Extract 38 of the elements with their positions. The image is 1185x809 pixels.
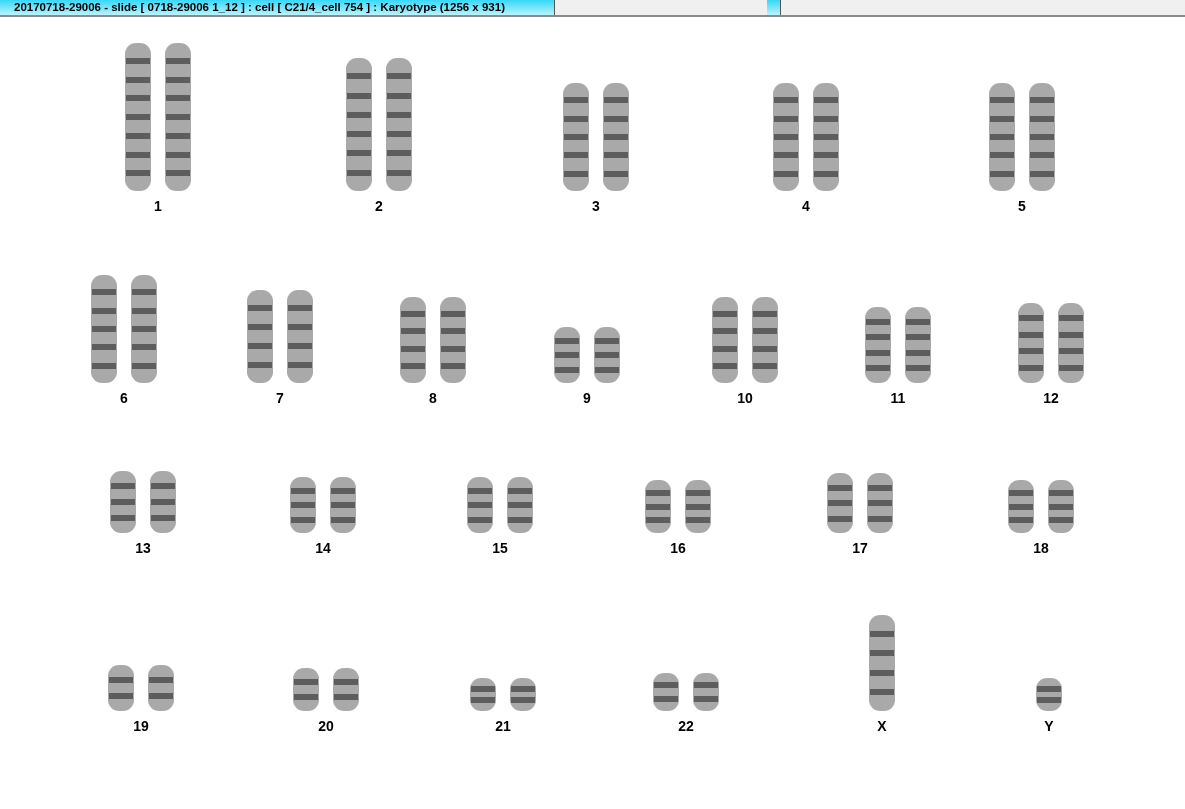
chromosome-drawing [291,667,361,712]
chromosome-label: 9 [583,390,591,406]
chromosome-label: 12 [1043,390,1059,406]
chromosome-drawing [643,479,713,534]
chromosome-drawing [468,677,538,712]
chromosome-drawing [106,664,176,712]
chromosome-label: 18 [1033,540,1049,556]
chromosome-label: 5 [1018,198,1026,214]
chromosome-label: 21 [495,718,511,734]
window-title[interactable]: 20170718-29006 - slide [ 0718-29006 1_12 ] : cell [ C21/4_cell 754 ] : Karyotype (1256 x 931) [0,0,555,15]
chromosome-label: 20 [318,718,334,734]
chromosome-label: 11 [890,390,906,406]
chromosome-drawing [651,672,721,712]
chromosome-label: Y [1044,718,1054,734]
chromosome-label: 13 [135,540,151,556]
chromosome-label: 14 [315,540,331,556]
chromosome-drawing [1006,479,1076,534]
chromosome-label: 17 [852,540,868,556]
chromosome-drawing [288,476,358,534]
chromosome-label: 15 [492,540,508,556]
chromosome-drawing [465,476,535,534]
chromosome-label: X [877,718,887,734]
chromosome-label: 3 [592,198,600,214]
chromosome-drawing [108,470,178,534]
tab-handle[interactable] [767,0,781,15]
chromosome-label: 10 [737,390,753,406]
chromosome-label: 8 [429,390,437,406]
chromosome-drawing [825,472,895,534]
chromosome-label: 1 [154,198,162,214]
chromosome-label: 2 [375,198,383,214]
chromosome-label: 16 [670,540,686,556]
chromosome-label: 7 [276,390,284,406]
chromosome-drawing [552,326,622,384]
chromosome-label: 6 [120,390,128,406]
chromosome-drawing [1034,677,1064,712]
chromosome-label: 4 [802,198,810,214]
chromosome-label: 19 [133,718,149,734]
chromosome-label: 22 [678,718,694,734]
